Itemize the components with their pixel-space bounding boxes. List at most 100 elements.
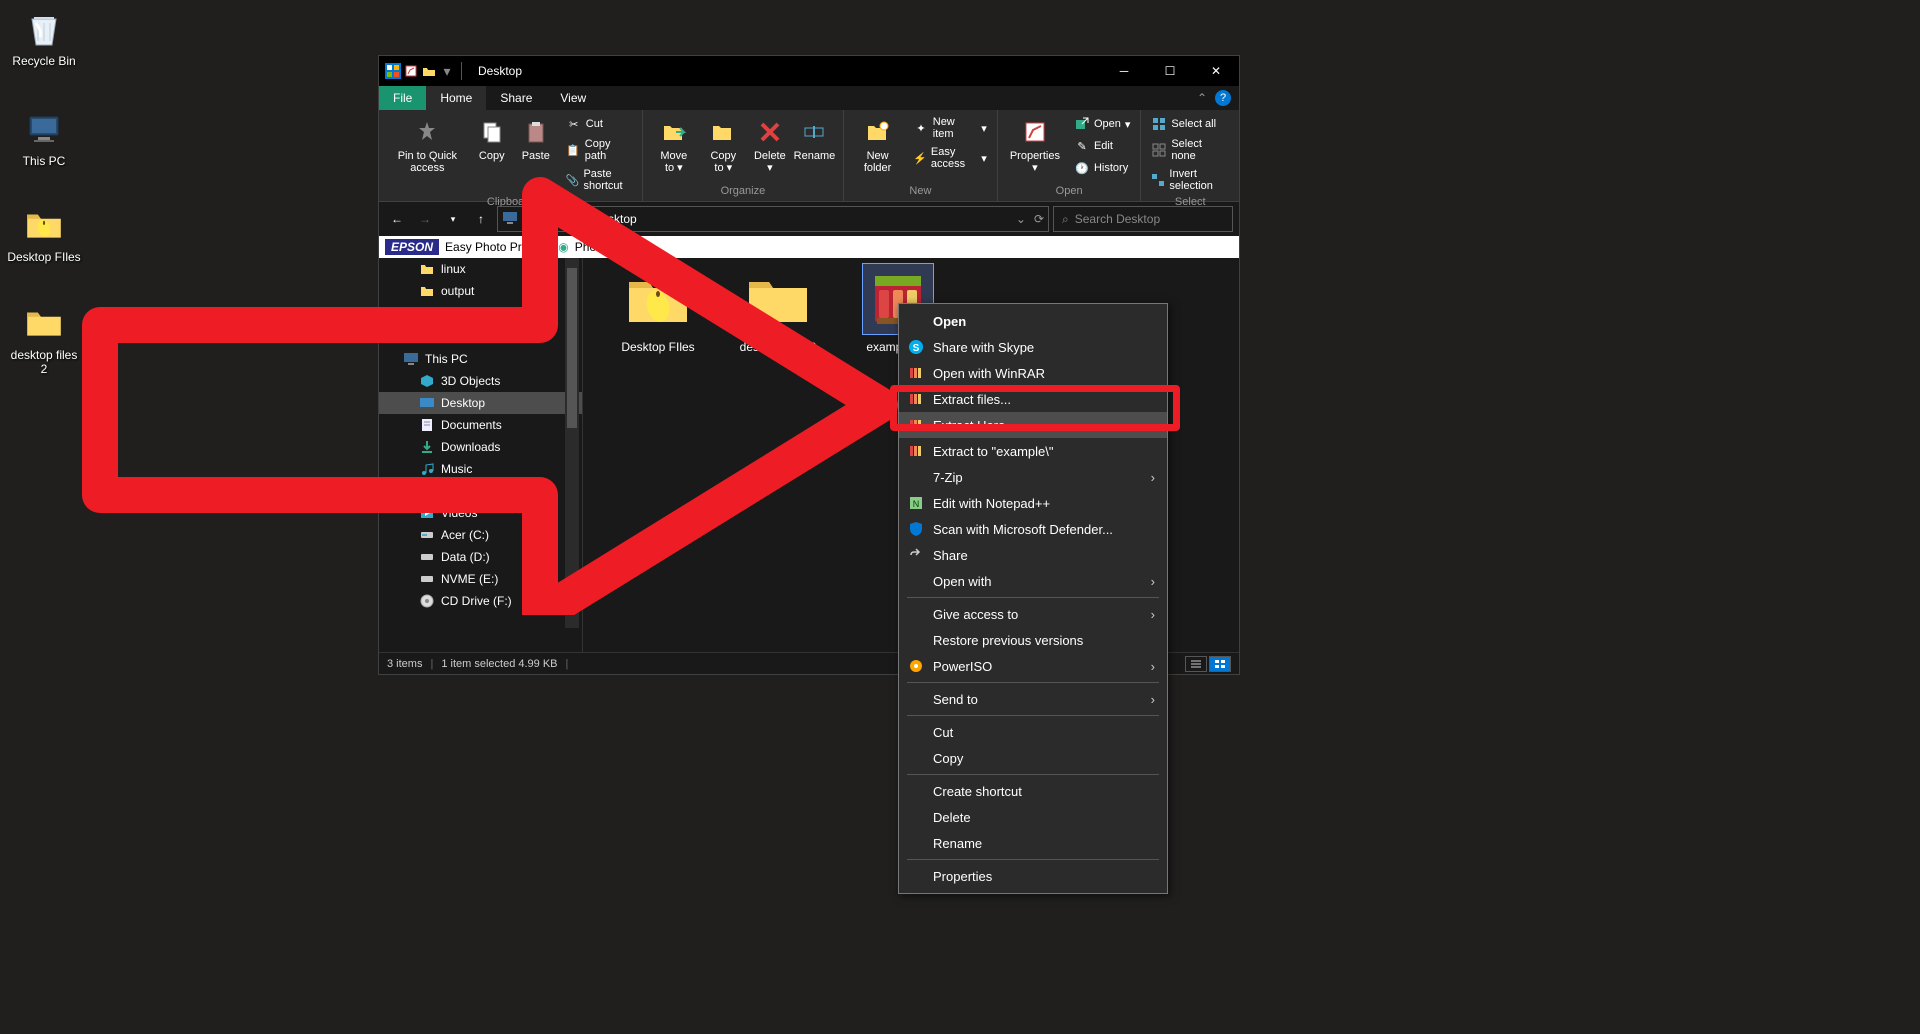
search-input[interactable]: ⌕ Search Desktop xyxy=(1053,206,1233,232)
ctx-defender[interactable]: Scan with Microsoft Defender... xyxy=(899,516,1167,542)
poweriso-icon xyxy=(907,657,925,675)
desktop-icon xyxy=(419,395,435,411)
move-to-button[interactable]: Move to ▾ xyxy=(649,114,699,176)
desktop-icon-this-pc[interactable]: This PC xyxy=(6,108,82,168)
ctx-share[interactable]: Share xyxy=(899,542,1167,568)
back-button[interactable]: ← xyxy=(385,207,409,231)
ctx-copy[interactable]: Copy xyxy=(899,745,1167,771)
refresh-button[interactable]: ⟳ xyxy=(1034,212,1044,226)
tree-this-pc[interactable]: This PC xyxy=(379,348,582,370)
history-button[interactable]: 🕐History xyxy=(1070,158,1134,178)
history-icon: 🕐 xyxy=(1074,160,1090,176)
maximize-button[interactable]: ☐ xyxy=(1147,56,1193,86)
ctx-poweriso[interactable]: PowerISO› xyxy=(899,653,1167,679)
properties-button[interactable]: Properties ▾ xyxy=(1004,114,1066,176)
tree-pictures[interactable]: Pictures xyxy=(379,480,582,502)
ctx-create-shortcut[interactable]: Create shortcut xyxy=(899,778,1167,804)
select-all-button[interactable]: Select all xyxy=(1147,114,1233,134)
ctx-properties[interactable]: Properties xyxy=(899,863,1167,889)
view-icons-button[interactable] xyxy=(1209,656,1231,672)
copy-to-button[interactable]: Copy to ▾ xyxy=(699,114,748,176)
tree-onedrive[interactable]: OneDrive - Personal xyxy=(379,316,582,338)
rename-button[interactable]: Rename xyxy=(792,114,837,164)
minimize-button[interactable]: ─ xyxy=(1101,56,1147,86)
invert-selection-button[interactable]: Invert selection xyxy=(1147,166,1233,194)
ctx-delete[interactable]: Delete xyxy=(899,804,1167,830)
pin-quick-access-button[interactable]: Pin to Quick access xyxy=(385,114,470,176)
tree-scrollbar[interactable] xyxy=(565,258,579,628)
paste-button[interactable]: Paste xyxy=(514,114,558,164)
help-icon[interactable]: ? xyxy=(1215,90,1231,106)
ctx-extract-files[interactable]: Extract files... xyxy=(899,386,1167,412)
close-button[interactable]: ✕ xyxy=(1193,56,1239,86)
ctx-open-winrar[interactable]: Open with WinRAR xyxy=(899,360,1167,386)
desktop-icon-recycle-bin[interactable]: Recycle Bin xyxy=(6,8,82,68)
ctx-extract-here[interactable]: Extract Here xyxy=(899,412,1167,438)
skype-icon: S xyxy=(907,338,925,356)
desktop-icon-desktop-files[interactable]: Desktop FIles xyxy=(6,204,82,264)
ctx-extract-to[interactable]: Extract to "example\" xyxy=(899,438,1167,464)
tab-file[interactable]: File xyxy=(379,86,426,110)
new-folder-button[interactable]: New folder xyxy=(850,114,905,176)
copy-path-button[interactable]: 📋Copy path xyxy=(562,136,636,164)
tree-acer[interactable]: Acer (C:) xyxy=(379,524,582,546)
group-new-label: New xyxy=(850,183,991,199)
chevron-right-icon: › xyxy=(1151,692,1155,707)
breadcrumb-seg[interactable]: This PC xyxy=(534,212,577,226)
tree-downloads[interactable]: Downloads xyxy=(379,436,582,458)
tab-share[interactable]: Share xyxy=(486,86,546,110)
ctx-give-access[interactable]: Give access to› xyxy=(899,601,1167,627)
open-button[interactable]: Open ▾ xyxy=(1070,114,1134,134)
copy-button[interactable]: Copy xyxy=(470,114,514,164)
tree-desktop[interactable]: Desktop xyxy=(379,392,582,414)
qat-folder-icon[interactable] xyxy=(421,63,437,79)
winrar-icon xyxy=(907,442,925,460)
address-bar[interactable]: › This PC › Desktop ⌄ ⟳ xyxy=(497,206,1049,232)
view-details-button[interactable] xyxy=(1185,656,1207,672)
forward-button[interactable]: → xyxy=(413,207,437,231)
ctx-open-with[interactable]: Open with› xyxy=(899,568,1167,594)
ctx-send-to[interactable]: Send to› xyxy=(899,686,1167,712)
this-pc-icon xyxy=(23,108,65,150)
tree-cd-drive[interactable]: CD Drive (F:) xyxy=(379,590,582,612)
tab-home[interactable]: Home xyxy=(426,86,486,110)
tree-3d-objects[interactable]: 3D Objects xyxy=(379,370,582,392)
ctx-open[interactable]: Open xyxy=(899,308,1167,334)
tab-view[interactable]: View xyxy=(546,86,600,110)
file-desktop-files-2[interactable]: desktop files 2 xyxy=(723,264,833,354)
easy-access-button[interactable]: ⚡Easy access ▾ xyxy=(909,144,991,172)
address-dropdown[interactable]: ⌄ xyxy=(1016,212,1026,226)
tree-linux[interactable]: linux xyxy=(379,258,582,280)
new-item-button[interactable]: ✦New item ▾ xyxy=(909,114,991,142)
tree-videos[interactable]: Videos xyxy=(379,502,582,524)
up-button[interactable]: ↑ xyxy=(469,207,493,231)
file-desktop-files[interactable]: Desktop FIles xyxy=(603,264,713,354)
ctx-restore-versions[interactable]: Restore previous versions xyxy=(899,627,1167,653)
recent-locations-button[interactable]: ▾ xyxy=(441,207,465,231)
qat-overflow[interactable]: ▾ xyxy=(439,63,455,79)
edit-button[interactable]: ✎Edit xyxy=(1070,136,1134,156)
epson-easy-photo-print[interactable]: Easy Photo Print xyxy=(445,240,534,254)
breadcrumb-seg[interactable]: Desktop xyxy=(593,212,637,226)
3d-objects-icon xyxy=(419,373,435,389)
tree-output[interactable]: output xyxy=(379,280,582,302)
ctx-share-skype[interactable]: SShare with Skype xyxy=(899,334,1167,360)
epson-brand: EPSON xyxy=(385,239,439,255)
ctx-7zip[interactable]: 7-Zip› xyxy=(899,464,1167,490)
desktop-icon-desktop-files-2[interactable]: desktop files 2 xyxy=(6,302,82,376)
tree-documents[interactable]: Documents xyxy=(379,414,582,436)
tree-data[interactable]: Data (D:) xyxy=(379,546,582,568)
ribbon-collapse-icon[interactable]: ⌃ xyxy=(1197,91,1207,105)
tree-nvme[interactable]: NVME (E:) xyxy=(379,568,582,590)
select-none-icon xyxy=(1151,142,1167,158)
paste-shortcut-button[interactable]: 📎Paste shortcut xyxy=(562,166,636,194)
ctx-rename[interactable]: Rename xyxy=(899,830,1167,856)
qat-properties-icon[interactable] xyxy=(403,63,419,79)
tree-music[interactable]: Music xyxy=(379,458,582,480)
ctx-cut[interactable]: Cut xyxy=(899,719,1167,745)
select-none-button[interactable]: Select none xyxy=(1147,136,1233,164)
delete-button[interactable]: Delete ▾ xyxy=(748,114,792,176)
cut-button[interactable]: ✂Cut xyxy=(562,114,636,134)
epson-photo-print[interactable]: Photo Print xyxy=(575,240,634,254)
ctx-notepadpp[interactable]: NEdit with Notepad++ xyxy=(899,490,1167,516)
